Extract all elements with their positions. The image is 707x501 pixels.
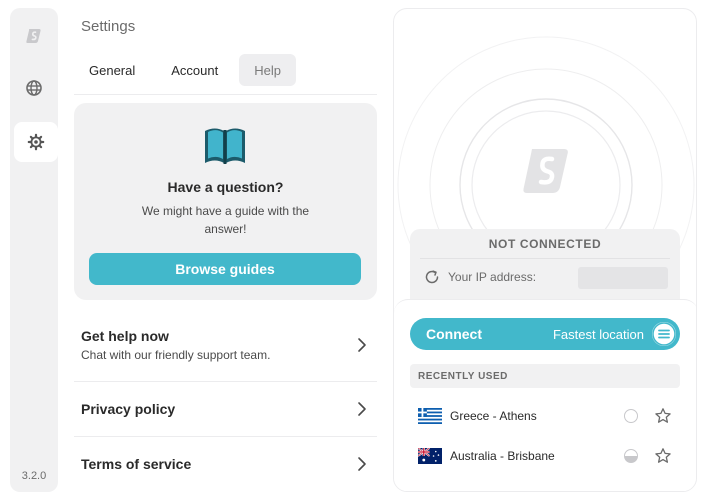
connect-button[interactable]: Connect Fastest location	[410, 318, 680, 350]
rail-settings-button[interactable]	[14, 122, 58, 162]
recently-used-header: RECENTLY USED	[410, 364, 680, 388]
nav-rail: 3.2.0	[10, 8, 58, 492]
help-card-description: We might have a guide with the answer!	[141, 204, 310, 236]
star-icon[interactable]	[654, 447, 672, 465]
open-book-icon	[205, 128, 245, 164]
get-help-now-title: Get help now	[81, 328, 169, 344]
browse-guides-button[interactable]: Browse guides	[89, 253, 361, 285]
chevron-right-icon	[358, 402, 366, 416]
get-help-now-subtitle: Chat with our friendly support team.	[81, 348, 271, 362]
ip-address-label: Your IP address:	[448, 270, 537, 284]
refresh-icon	[425, 270, 439, 284]
location-name: Greece - Athens	[450, 409, 537, 423]
server-load-fill	[624, 456, 638, 463]
server-load-icon	[624, 449, 638, 463]
chevron-right-icon	[358, 457, 366, 471]
rail-locations-button[interactable]	[10, 68, 58, 108]
get-help-now-text: Get help now Chat with our friendly supp…	[81, 328, 270, 362]
privacy-policy-title: Privacy policy	[81, 401, 176, 417]
rail-surfshark-button[interactable]	[10, 16, 58, 56]
surfshark-logo-icon	[523, 149, 568, 193]
surfshark-logo-icon	[26, 29, 41, 43]
privacy-policy-text: Privacy policy	[81, 401, 175, 417]
greece-flag-icon	[418, 408, 442, 424]
connect-sheet: Connect Fastest location RECENTLY USED G…	[394, 299, 696, 491]
server-load-icon	[624, 409, 638, 423]
star-icon[interactable]	[654, 407, 672, 425]
tab-help[interactable]: Help	[239, 54, 296, 86]
app-version: 3.2.0	[21, 470, 47, 482]
ip-address-row: Your IP address:	[424, 269, 536, 285]
chevron-right-icon	[358, 338, 366, 352]
tabs-divider	[74, 94, 377, 95]
connect-label: Connect	[426, 326, 482, 342]
globe-icon	[26, 80, 42, 96]
connection-status: NOT CONNECTED	[488, 237, 602, 251]
ip-address-value-hidden	[578, 267, 668, 289]
help-card-title: Have a question?	[167, 179, 284, 195]
gear-icon	[27, 133, 45, 151]
terms-of-service-row[interactable]: Terms of service	[74, 437, 377, 491]
recent-location-row[interactable]: Greece - Athens	[410, 400, 680, 432]
help-card: Have a question? We might have a guide w…	[74, 103, 377, 300]
recent-location-row[interactable]: Australia - Brisbane	[410, 440, 680, 472]
connection-status-box: NOT CONNECTED Your IP address:	[410, 229, 680, 309]
tab-account[interactable]: Account	[156, 54, 233, 86]
vpn-panel: NOT CONNECTED Your IP address: Connect F…	[393, 8, 697, 492]
terms-of-service-text: Terms of service	[81, 456, 191, 472]
menu-lines-icon	[652, 322, 676, 346]
page-title: Settings	[81, 18, 136, 35]
location-menu-button[interactable]	[652, 322, 676, 346]
terms-of-service-title: Terms of service	[81, 456, 192, 472]
location-name: Australia - Brisbane	[450, 449, 555, 463]
get-help-now-row[interactable]: Get help now Chat with our friendly supp…	[74, 318, 377, 372]
fastest-location-label: Fastest location	[552, 326, 644, 342]
australia-flag-icon	[418, 448, 442, 464]
status-divider	[420, 258, 670, 259]
settings-tabs: General Account Help	[74, 54, 296, 86]
privacy-policy-row[interactable]: Privacy policy	[74, 382, 377, 436]
tab-general[interactable]: General	[74, 54, 150, 86]
